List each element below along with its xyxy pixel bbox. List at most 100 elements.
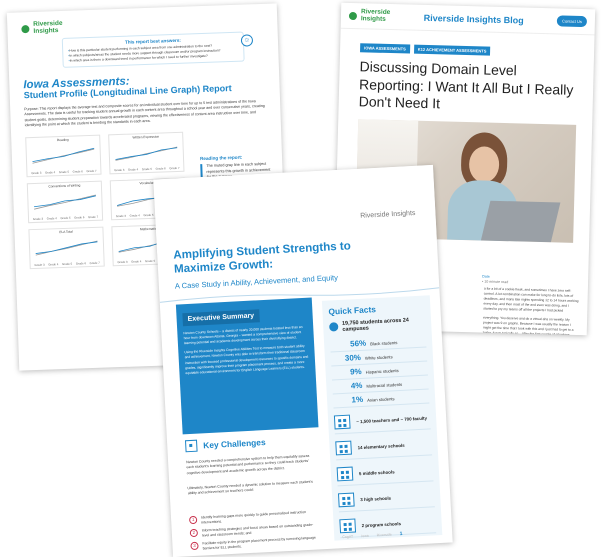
brand-line2: Insights (360, 14, 386, 23)
exec-summary-title: Executive Summary (182, 309, 260, 327)
fact-text: 14 elementary schools (357, 442, 405, 451)
location-icon (329, 322, 339, 332)
answers-box: This report best answers: How is this pa… (61, 31, 254, 68)
col-label: Grade 3 (31, 170, 42, 175)
stat-label: Hispanic students (365, 367, 399, 375)
executive-summary: Executive Summary Newton County Schools … (175, 297, 319, 435)
brand-line2: Insights (33, 26, 59, 35)
col-label: Grade 6 (74, 214, 85, 220)
fact-text: 2 program schools (361, 520, 402, 528)
col-label: Grade 7 (169, 165, 180, 170)
mini-line-chart: Conventions of Writing Grade 3 Grade 4 Gra… (26, 180, 104, 223)
col-label: Grade 5 (58, 169, 70, 174)
case-study-header (153, 164, 437, 254)
logo-mark-icon (21, 24, 30, 33)
col-label: Grade 5 (61, 261, 73, 266)
fact-row: ~ 1,500 teachers and ~ 700 faculty (333, 407, 431, 435)
footer-logo: Riverside (376, 532, 392, 538)
line-graph (34, 194, 96, 210)
school-icon (336, 467, 354, 482)
col-label: Grade 6 (75, 260, 87, 266)
read-time: • 10 minute read (481, 279, 509, 285)
col-label: Grade 7 (87, 214, 99, 219)
quick-facts-title: Quick Facts (328, 304, 377, 317)
challenges-list: 1 Identify learning gaps more quickly to … (188, 509, 319, 555)
col-label: Grade 4 (46, 215, 57, 221)
mini-line-chart: ELA Total Grade 3 Grade 4 Grade 5 Grade 6 Gr… (28, 226, 105, 269)
page-number: 1 (399, 531, 403, 538)
col-label: Grade 4 (131, 258, 142, 264)
col-label: Grade 3 (114, 167, 125, 172)
number-badge: 2 (189, 528, 199, 538)
fact-text: 5 middle schools (358, 469, 395, 477)
key-challenges-text: Ultimately, Newton County needed a dynam… (187, 479, 313, 496)
reading-title: Reading the report: (199, 154, 243, 162)
col-label: Grade 5 (60, 215, 71, 220)
col-label: Grade 5 (141, 166, 152, 171)
stat-percent: 1% (351, 394, 364, 405)
col-label: Grade 4 (44, 169, 56, 175)
col-label: Grade 3 (34, 262, 45, 267)
blog-meta: Date • 10 minute read (482, 275, 509, 286)
fact-row: 14 elementary schools (335, 433, 433, 461)
blog-paragraph: a for a bit of a cookie freak, and somet… (483, 286, 579, 313)
col-label: Grade 6 (155, 165, 166, 171)
lightbulb-icon: ☼ (240, 34, 254, 47)
col-label: Grade 3 (115, 213, 126, 218)
quick-facts: Quick Facts 19,750 students across 24 ca… (321, 295, 443, 541)
list-item-text: Facilitate equity in the program placeme… (202, 535, 317, 551)
number-badge: 3 (190, 541, 199, 551)
key-challenges-title: Key Challenges (203, 437, 266, 451)
fact-text: ~ 1,500 teachers and ~ 700 faculty (356, 415, 428, 425)
line-graph (115, 146, 178, 161)
teacher-icon (333, 415, 351, 430)
blog-title: Riverside Insights Blog (423, 12, 524, 26)
stat-label: Asian students (367, 396, 395, 403)
col-label: Grade 7 (89, 260, 100, 265)
number-badge: 1 (188, 515, 198, 525)
fact-row: 5 middle schools (336, 459, 434, 487)
school-icon (337, 492, 355, 508)
key-challenges-heading: Key Challenges (184, 436, 266, 453)
stat-percent: 56% (349, 338, 367, 349)
tag-link[interactable]: IOWA ASSESSMENTS (360, 43, 410, 54)
contact-us-button[interactable]: Contact Us (556, 15, 588, 28)
purpose-text: Purpose: This report displays the averag… (24, 99, 265, 128)
footer-logo: Iowa (361, 533, 369, 539)
col-label: Grade 5 (144, 258, 156, 263)
line-graph (35, 240, 98, 256)
stat-label: Black students (370, 340, 398, 347)
exec-summary-text: Newton County Schools – a district of ne… (183, 324, 303, 346)
footer-logo: CogAT (342, 534, 354, 540)
col-label: Grade 6 (72, 168, 83, 174)
campus-text: 19,750 students across 24 campuses (341, 317, 410, 334)
stat-percent: 30% (344, 352, 362, 363)
logo-mark-icon (348, 11, 358, 20)
col-label: Grade 7 (86, 168, 97, 173)
blog-paragraph: everything. You deserve and do a virtual… (482, 315, 574, 336)
col-label: Grade 4 (48, 261, 59, 267)
school-icon (339, 518, 357, 534)
stat-label: White students (364, 354, 393, 361)
mini-line-chart: Written Expression Grade 3 Grade 4 Grade 5… (108, 131, 185, 174)
blog-headline: Discussing Domain Level Reporting: I Wan… (358, 58, 574, 112)
stat-percent: 9% (349, 366, 362, 377)
campus-fact: 19,750 students across 24 campuses (329, 317, 426, 335)
fact-text: 3 high schools (360, 495, 392, 503)
flag-icon (184, 439, 198, 453)
exec-summary-text: Using the Riverside Insights Cognitive A… (184, 344, 309, 375)
case-study-page: Riverside Insights Amplifying Student St… (153, 164, 453, 557)
col-label: Grade 4 (129, 212, 140, 218)
col-label: Grade 3 (117, 259, 128, 264)
school-icon (335, 441, 352, 456)
stat-label: Multiracial students (366, 381, 403, 389)
riverside-logo[interactable]: Riverside Insights (348, 8, 390, 23)
col-label: Grade 4 (127, 166, 139, 172)
key-challenges-text: Newton County needed a comprehensive sys… (186, 453, 310, 476)
photo-laptop (480, 200, 561, 242)
col-label: Grade 5 (143, 212, 154, 217)
stat-percent: 4% (350, 380, 363, 391)
fact-row: 3 high schools (337, 485, 435, 513)
col-label: Grade 3 (32, 216, 44, 221)
blog-author[interactable]: Date (482, 275, 490, 279)
